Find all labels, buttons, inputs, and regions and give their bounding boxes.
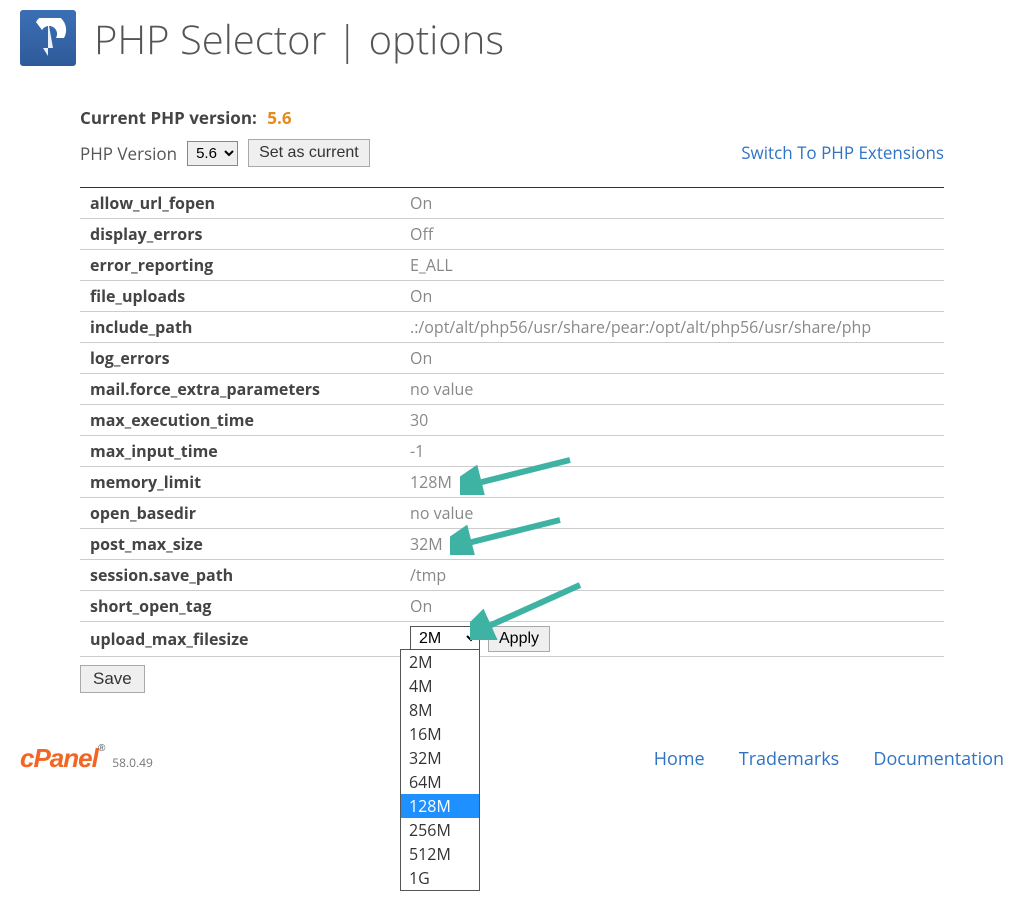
option-key: short_open_tag [80, 591, 400, 622]
option-value[interactable]: no value [400, 374, 944, 405]
option-value[interactable]: On [400, 591, 944, 622]
table-row: display_errorsOff [80, 219, 944, 250]
table-row: post_max_size32M [80, 529, 944, 560]
option-key: post_max_size [80, 529, 400, 560]
dropdown-option[interactable]: 4M [401, 674, 479, 698]
switch-extensions-link[interactable]: Switch To PHP Extensions [741, 141, 944, 164]
dropdown-option[interactable]: 64M [401, 770, 479, 794]
option-value[interactable]: On [400, 188, 944, 219]
option-key: file_uploads [80, 281, 400, 312]
option-value[interactable]: 32M [400, 529, 944, 560]
upload-filesize-select[interactable]: 2M [410, 626, 480, 651]
save-button[interactable]: Save [80, 665, 145, 693]
dropdown-option[interactable]: 16M [401, 722, 479, 746]
table-row: session.save_path/tmp [80, 560, 944, 591]
apply-button[interactable]: Apply [488, 626, 550, 652]
dropdown-option[interactable]: 8M [401, 698, 479, 722]
table-row: file_uploadsOn [80, 281, 944, 312]
current-version-label: Current PHP version: [80, 106, 257, 129]
option-value[interactable]: .:/opt/alt/php56/usr/share/pear:/opt/alt… [400, 312, 944, 343]
footer-link-docs[interactable]: Documentation [873, 747, 1004, 771]
table-row: log_errorsOn [80, 343, 944, 374]
current-version-value: 5.6 [267, 106, 291, 129]
option-key: memory_limit [80, 467, 400, 498]
option-key: open_basedir [80, 498, 400, 529]
option-value[interactable]: E_ALL [400, 250, 944, 281]
table-row: error_reportingE_ALL [80, 250, 944, 281]
option-value[interactable]: On [400, 281, 944, 312]
table-row: short_open_tagOn [80, 591, 944, 622]
option-key: display_errors [80, 219, 400, 250]
options-table: allow_url_fopenOndisplay_errorsOfferror_… [80, 187, 944, 657]
table-row: allow_url_fopenOn [80, 188, 944, 219]
php-version-select[interactable]: 5.6 [187, 141, 238, 166]
table-row: open_basedirno value [80, 498, 944, 529]
option-value[interactable]: 128M [400, 467, 944, 498]
option-value[interactable]: no value [400, 498, 944, 529]
option-value[interactable]: /tmp [400, 560, 944, 591]
table-row: include_path.:/opt/alt/php56/usr/share/p… [80, 312, 944, 343]
option-value[interactable]: Off [400, 219, 944, 250]
page-title: PHP Selector | options [94, 11, 504, 66]
table-row: mail.force_extra_parametersno value [80, 374, 944, 405]
option-key: max_execution_time [80, 405, 400, 436]
option-key: allow_url_fopen [80, 188, 400, 219]
dropdown-option[interactable]: 128M [401, 794, 479, 818]
option-value[interactable]: On [400, 343, 944, 374]
footer-link-home[interactable]: Home [654, 747, 705, 771]
table-row: max_execution_time30 [80, 405, 944, 436]
option-key: log_errors [80, 343, 400, 374]
option-key: upload_max_filesize [80, 622, 400, 657]
dropdown-option[interactable]: 1G [401, 866, 479, 890]
table-row: upload_max_filesize 2M Apply [80, 622, 944, 657]
set-as-current-button[interactable]: Set as current [248, 139, 370, 167]
dropdown-option[interactable]: 512M [401, 842, 479, 866]
option-key: mail.force_extra_parameters [80, 374, 400, 405]
dropdown-option[interactable]: 2M [401, 650, 479, 674]
php-version-label: PHP Version [80, 142, 177, 165]
cpanel-logo: cPanel® [20, 743, 104, 774]
option-key: include_path [80, 312, 400, 343]
dropdown-option[interactable]: 32M [401, 746, 479, 770]
option-key: session.save_path [80, 560, 400, 591]
php-selector-icon [20, 10, 76, 66]
cpanel-version: 58.0.49 [112, 754, 153, 771]
option-value-editing: 2M Apply [400, 622, 944, 657]
dropdown-option[interactable]: 256M [401, 818, 479, 842]
upload-filesize-dropdown-list[interactable]: 2M4M8M16M32M64M128M256M512M1G [400, 649, 480, 891]
option-value[interactable]: -1 [400, 436, 944, 467]
option-key: error_reporting [80, 250, 400, 281]
table-row: max_input_time-1 [80, 436, 944, 467]
footer-link-trademarks[interactable]: Trademarks [739, 747, 839, 771]
option-key: max_input_time [80, 436, 400, 467]
table-row: memory_limit128M [80, 467, 944, 498]
option-value[interactable]: 30 [400, 405, 944, 436]
